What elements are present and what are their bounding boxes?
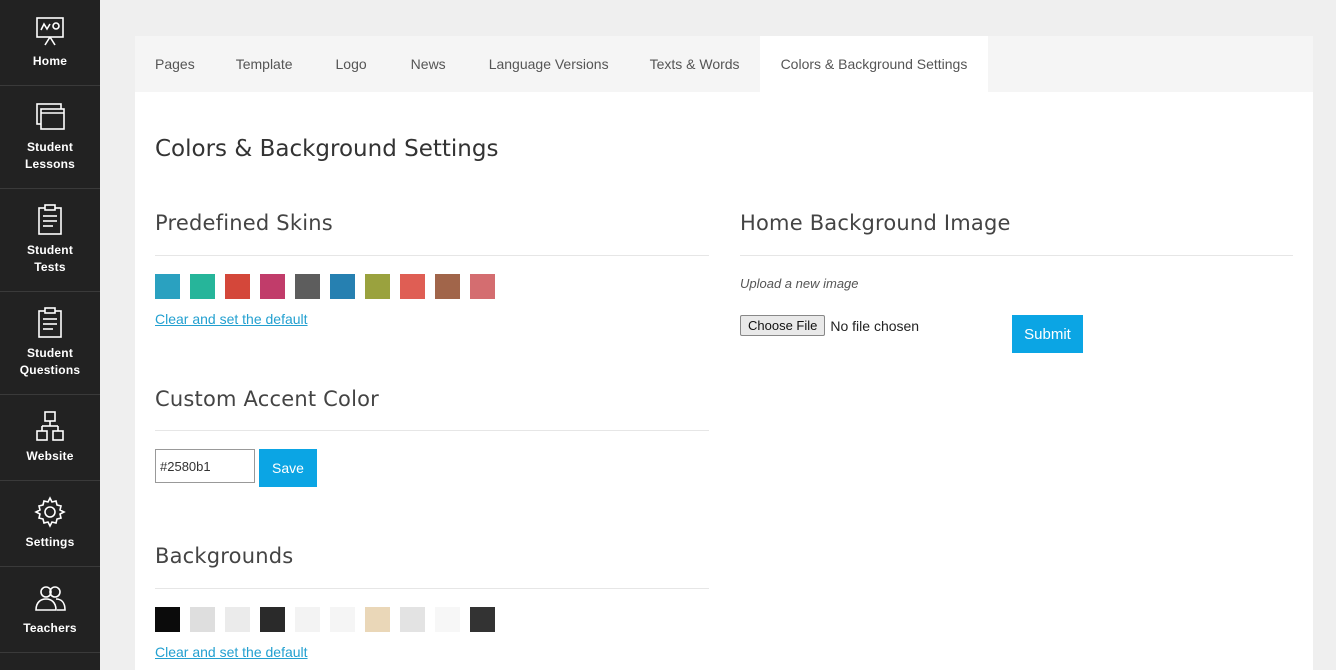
sidebar-item-settings[interactable]: Settings	[0, 481, 100, 567]
tab-content: Colors & Background Settings Predefined …	[135, 92, 1313, 670]
background-swatch[interactable]	[400, 607, 425, 632]
background-swatch[interactable]	[190, 607, 215, 632]
choose-file-button[interactable]: Choose File	[740, 315, 826, 336]
background-swatch-list	[155, 607, 505, 632]
settings-panel: Pages Template Logo News Language Versio…	[135, 36, 1313, 670]
background-swatch[interactable]	[260, 607, 285, 632]
tab-bar: Pages Template Logo News Language Versio…	[135, 36, 1313, 92]
sidebar-item-student-tests[interactable]: Student Tests	[0, 189, 100, 292]
background-swatch[interactable]	[470, 607, 495, 632]
windows-icon	[36, 103, 65, 130]
divider	[155, 588, 709, 589]
clipboard-icon	[38, 204, 62, 235]
sidebar-item-label: Student Tests	[26, 243, 74, 274]
sidebar-item-label: Teachers	[23, 621, 77, 635]
file-status-text: No file chosen	[830, 317, 920, 334]
skin-swatch-list	[155, 274, 505, 299]
sidebar-item-label: Home	[32, 54, 68, 68]
skin-swatch[interactable]	[365, 274, 390, 299]
skin-swatch[interactable]	[225, 274, 250, 299]
skin-swatch[interactable]	[330, 274, 355, 299]
presentation-board-icon	[36, 17, 64, 46]
sitemap-icon	[36, 411, 64, 441]
skin-swatch[interactable]	[260, 274, 285, 299]
tab-colors-background[interactable]: Colors & Background Settings	[759, 36, 989, 92]
sidebar-item-label: Student Questions	[19, 346, 81, 377]
sidebar-item-home[interactable]: Home	[0, 0, 100, 86]
sidebar-item-teachers[interactable]: Teachers	[0, 567, 100, 653]
divider	[155, 430, 709, 431]
tab-template[interactable]: Template	[215, 36, 314, 92]
backgrounds-title: Backgrounds	[155, 544, 294, 568]
skin-swatch[interactable]	[190, 274, 215, 299]
sidebar-item-website[interactable]: Website	[0, 395, 100, 481]
sidebar-item-student-lessons[interactable]: Student Lessons	[0, 86, 100, 189]
page-title: Colors & Background Settings	[155, 136, 499, 162]
clipboard-icon	[38, 307, 62, 338]
save-button[interactable]: Save	[259, 449, 317, 487]
predefined-skins-title: Predefined Skins	[155, 211, 333, 235]
submit-button[interactable]: Submit	[1012, 315, 1083, 353]
skin-swatch[interactable]	[295, 274, 320, 299]
background-swatch[interactable]	[365, 607, 390, 632]
users-icon	[35, 586, 66, 611]
backgrounds-reset-link[interactable]: Clear and set the default	[155, 644, 308, 660]
gear-icon	[34, 496, 66, 528]
home-background-title: Home Background Image	[740, 211, 1011, 235]
background-swatch[interactable]	[330, 607, 355, 632]
sidebar: Home Student Lessons Student Tests Stude…	[0, 0, 100, 670]
sidebar-item-label: Settings	[25, 535, 75, 549]
divider	[155, 255, 709, 256]
tab-news[interactable]: News	[389, 36, 468, 92]
skin-swatch[interactable]	[155, 274, 180, 299]
skin-swatch[interactable]	[470, 274, 495, 299]
sidebar-item-student-questions[interactable]: Student Questions	[0, 292, 100, 395]
background-swatch[interactable]	[435, 607, 460, 632]
background-swatch[interactable]	[225, 607, 250, 632]
sidebar-item-label: Website	[26, 449, 74, 463]
skin-swatch[interactable]	[400, 274, 425, 299]
tab-pages[interactable]: Pages	[135, 36, 215, 92]
background-swatch[interactable]	[155, 607, 180, 632]
divider	[740, 255, 1293, 256]
tab-language-versions[interactable]: Language Versions	[468, 36, 630, 92]
custom-accent-title: Custom Accent Color	[155, 387, 379, 411]
file-input: Choose File No file chosen	[740, 315, 919, 336]
tab-logo[interactable]: Logo	[314, 36, 389, 92]
tab-texts-words[interactable]: Texts & Words	[630, 36, 760, 92]
accent-color-input[interactable]	[155, 449, 255, 483]
skins-reset-link[interactable]: Clear and set the default	[155, 311, 308, 327]
skin-swatch[interactable]	[435, 274, 460, 299]
background-swatch[interactable]	[295, 607, 320, 632]
upload-label: Upload a new image	[740, 276, 859, 291]
sidebar-item-label: Student Lessons	[24, 140, 76, 171]
